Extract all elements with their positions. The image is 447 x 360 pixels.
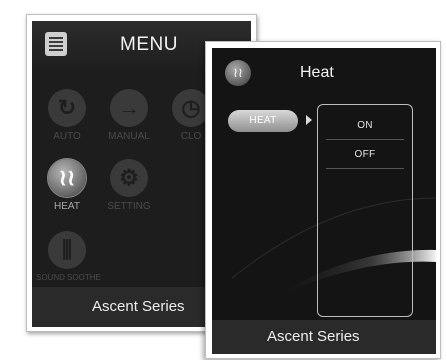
menu-tile-label: SETTING <box>107 201 151 212</box>
heat-footer: Ascent Series <box>212 320 436 354</box>
arrow-right-icon: → <box>110 89 148 127</box>
menu-tile-manual[interactable]: → MANUAL <box>98 89 160 142</box>
option-divider <box>326 139 404 140</box>
submenu-arrow-icon <box>306 115 312 125</box>
heat-screen-frame: ≀≀ Heat HEAT ON OFF Ascent Series <box>205 41 441 359</box>
series-label: Ascent Series <box>267 328 360 345</box>
heat-screen: ≀≀ Heat HEAT ON OFF Ascent Series <box>212 48 436 354</box>
gear-icon: ⚙ <box>110 159 148 197</box>
menu-tile-setting[interactable]: ⚙ SETTING <box>98 159 160 212</box>
heat-options-list: ON OFF <box>317 104 413 317</box>
menu-tile-label: SOUND SOOTHE <box>36 273 101 282</box>
menu-tile-heat[interactable]: ≀≀ HEAT <box>36 159 98 212</box>
list-menu-icon[interactable] <box>45 32 67 56</box>
menu-tile-label: AUTO <box>53 131 81 142</box>
menu-tile-label: HEAT <box>54 201 80 212</box>
auto-cycle-icon: ↻ <box>48 89 86 127</box>
menu-title: MENU <box>120 34 178 55</box>
option-off[interactable]: OFF <box>318 149 412 160</box>
sound-wave-icon: ⫼ <box>48 231 86 269</box>
menu-tile-auto[interactable]: ↻ AUTO <box>36 89 98 142</box>
heat-selected-item[interactable]: HEAT <box>228 110 298 132</box>
menu-tile-label: MANUAL <box>108 131 150 142</box>
series-label: Ascent Series <box>92 298 185 315</box>
heat-waves-icon[interactable]: ≀≀ <box>225 60 251 86</box>
heat-waves-icon: ≀≀ <box>48 159 86 197</box>
menu-tile-sound-soothe[interactable]: ⫼ SOUND SOOTHE <box>36 231 101 282</box>
heat-header: ≀≀ Heat <box>212 48 436 98</box>
option-divider <box>326 168 404 169</box>
heat-title: Heat <box>300 64 334 81</box>
option-on[interactable]: ON <box>318 120 412 131</box>
